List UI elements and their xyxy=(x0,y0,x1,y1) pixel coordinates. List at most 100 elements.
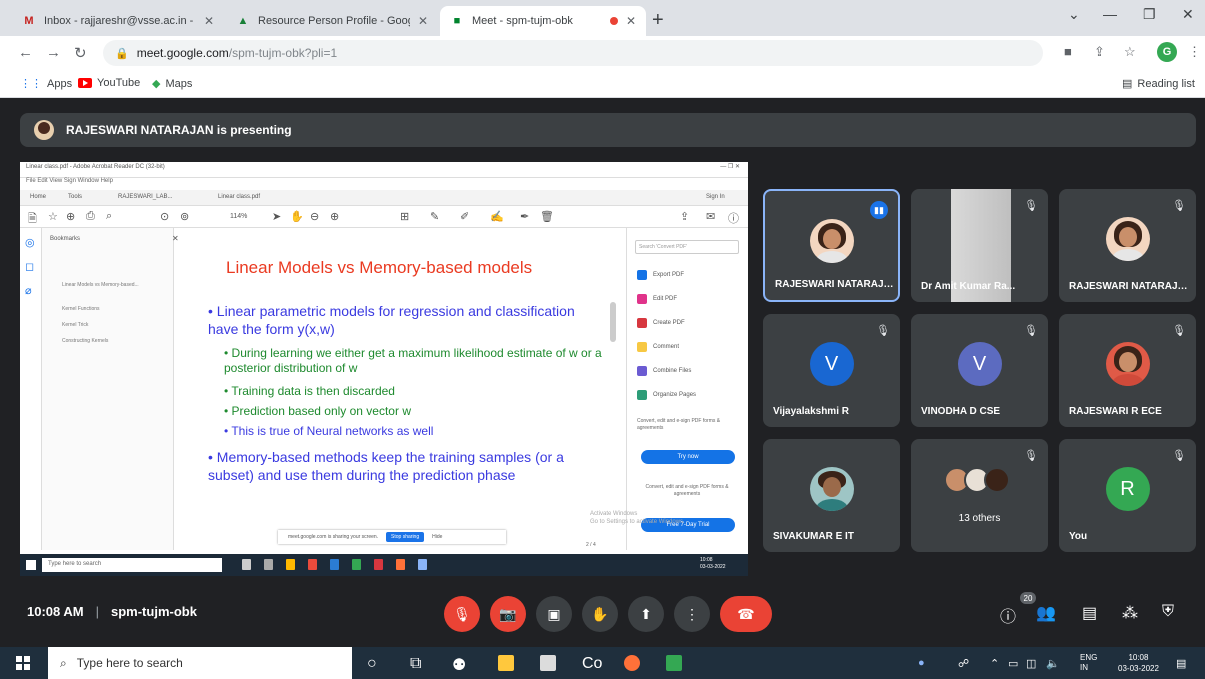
teams-icon[interactable]: ⚉ xyxy=(452,655,468,674)
firefox-icon[interactable] xyxy=(624,655,640,671)
participant-tile[interactable]: V 🎙 Vijayalakshmi R xyxy=(763,314,900,427)
window-controls: — ❐ ✕ xyxy=(720,164,740,170)
comment-tool-icon xyxy=(637,342,647,352)
participant-tile[interactable]: V 🎙 VINODHA D CSE xyxy=(911,314,1048,427)
tool-organize-pages: Organize Pages xyxy=(637,390,696,400)
profile-avatar[interactable]: G xyxy=(1157,42,1177,62)
share-icon[interactable]: ⇪ xyxy=(1094,44,1105,60)
participant-tile[interactable]: R 🎙 You xyxy=(1059,439,1196,552)
next-page-icon: ⊚ xyxy=(180,211,190,223)
close-tab-icon[interactable]: ✕ xyxy=(204,14,214,28)
pages-icon: ◎ xyxy=(25,237,35,249)
volume-icon[interactable]: 🔈 xyxy=(1046,657,1060,670)
address-bar[interactable]: 🔒 meet.google.com /spm-tujm-obk?pli=1 xyxy=(103,40,1043,66)
language-indicator[interactable]: ENG IN xyxy=(1080,653,1097,673)
mic-off-icon: 🎙 xyxy=(453,605,471,622)
more-options-button[interactable]: ⋮ xyxy=(674,596,710,632)
mic-toggle-button[interactable]: 🎙 xyxy=(444,596,480,632)
acrobat-tab-file1: RAJESWARI_LAB... xyxy=(118,194,173,200)
notifications-icon[interactable]: ▤ xyxy=(1176,657,1186,670)
tab-drive[interactable]: ▲ Resource Person Profile - Googl ✕ xyxy=(226,6,438,36)
user-tray-icon[interactable]: ☍ xyxy=(958,657,969,670)
participant-tile[interactable]: SIVAKUMAR E IT xyxy=(763,439,900,552)
pdf-scrollbar xyxy=(610,302,616,342)
bookmark-youtube[interactable]: YouTube xyxy=(78,77,140,89)
new-tab-button[interactable]: + xyxy=(652,9,664,32)
end-call-button[interactable]: ☎ xyxy=(720,596,772,632)
camera-indicator-icon[interactable]: ■ xyxy=(1064,44,1072,59)
sharing-notice-bar: meet.google.com is sharing your screen. … xyxy=(278,530,506,544)
captions-button[interactable]: ▣ xyxy=(536,596,572,632)
participant-avatar: V xyxy=(957,342,1002,386)
file-explorer-icon[interactable] xyxy=(498,655,514,671)
back-icon[interactable]: ← xyxy=(18,44,33,61)
captions-icon: ▣ xyxy=(547,605,561,622)
minimize-button[interactable]: — xyxy=(1103,6,1117,22)
close-window-button[interactable]: ✕ xyxy=(1182,6,1194,23)
battery-icon[interactable]: ▭ xyxy=(1008,657,1018,670)
sign-icon: ✒ xyxy=(520,211,530,223)
hand-icon: ✋ xyxy=(290,211,304,223)
mic-muted-icon: 🎙 xyxy=(1024,450,1038,462)
help-tray-icon[interactable]: ● xyxy=(918,657,925,669)
bookmark-apps[interactable]: ⋮⋮ Apps xyxy=(20,77,72,91)
tab-strip: M Inbox - rajjareshr@vsse.ac.in - ✕ ▲ Re… xyxy=(0,0,1205,36)
star-icon: ☆ xyxy=(48,211,58,223)
participant-tile[interactable]: 🎙 Dr Amit Kumar Ra... xyxy=(911,189,1048,302)
save-icon: 🗎 xyxy=(28,213,37,225)
bookmark-maps[interactable]: ◆ Maps xyxy=(152,77,192,91)
webcam-app-icon[interactable]: Co xyxy=(582,655,602,672)
mic-muted-icon: 🎙 xyxy=(1172,450,1186,462)
close-tab-icon[interactable]: ✕ xyxy=(418,14,428,28)
people-icon[interactable]: 👥 xyxy=(1036,603,1056,623)
store-icon[interactable] xyxy=(540,655,556,671)
participant-tile[interactable]: 🎙 RAJESWARI R ECE xyxy=(1059,314,1196,427)
maximize-button[interactable]: ❐ xyxy=(1143,6,1156,23)
maps-icon: ◆ xyxy=(152,78,161,90)
bookmarks-panel: Bookmarks ✕ Linear Models vs Memory-base… xyxy=(42,228,179,550)
tab-gmail[interactable]: M Inbox - rajjareshr@vsse.ac.in - ✕ xyxy=(12,6,224,36)
network-icon[interactable]: ◫ xyxy=(1026,657,1036,670)
camera-toggle-button[interactable]: 📷 xyxy=(490,596,526,632)
reading-list-icon: ▤ xyxy=(1122,78,1133,90)
system-clock[interactable]: 10:08 03-03-2022 xyxy=(1118,652,1159,674)
slide-subbullet-3: • Prediction based only on vector w xyxy=(224,404,411,418)
bookmark-star-icon[interactable]: ☆ xyxy=(1124,44,1136,60)
edit-pdf-icon xyxy=(637,294,647,304)
raise-hand-button[interactable]: ✋ xyxy=(582,596,618,632)
cursor-icon: ➤ xyxy=(272,211,282,223)
participant-avatar: R xyxy=(1105,467,1150,511)
host-controls-icon[interactable]: ⛨ xyxy=(1162,603,1174,621)
cortana-icon[interactable]: ○ xyxy=(367,655,383,672)
task-view-icon[interactable]: ⧉ xyxy=(410,655,426,672)
chat-icon[interactable]: ▤ xyxy=(1082,603,1097,623)
raise-hand-icon: ✋ xyxy=(591,605,609,622)
windows-start-icon[interactable] xyxy=(16,656,30,670)
forward-icon[interactable]: → xyxy=(46,44,61,61)
inner-app-icon xyxy=(352,559,361,570)
kebab-menu-icon[interactable]: ⋮ xyxy=(1188,44,1201,60)
reload-icon[interactable]: ↻ xyxy=(74,44,87,62)
tray-overflow-icon[interactable]: ⌃ xyxy=(990,657,999,670)
inner-app-icon xyxy=(242,559,251,570)
tab-meet[interactable]: ■ Meet - spm-tujm-obk ✕ xyxy=(440,6,646,36)
presenting-banner: RAJESWARI NATARAJAN is presenting xyxy=(20,113,1196,147)
meeting-details-icon[interactable]: ⓘ xyxy=(1000,603,1016,627)
chrome-icon[interactable] xyxy=(666,655,682,671)
participant-avatar xyxy=(809,467,854,511)
close-tab-icon[interactable]: ✕ xyxy=(626,14,636,28)
inner-start-icon xyxy=(26,560,36,570)
bookmarks-icon: ◻ xyxy=(25,261,35,273)
acrobat-tab-tools: Tools xyxy=(68,194,83,200)
present-button[interactable]: ⬆ xyxy=(628,596,664,632)
activities-icon[interactable]: ⁂ xyxy=(1122,603,1138,623)
reading-list-button[interactable]: ▤ Reading list xyxy=(1122,77,1195,91)
participant-tile[interactable]: ▮▮ RAJESWARI NATARAJAN xyxy=(763,189,900,302)
taskbar-search[interactable]: ⌕ Type here to search xyxy=(48,647,352,679)
fit-page-icon: ⊞ xyxy=(400,211,410,223)
participant-tile[interactable]: 🎙 RAJESWARI NATARAJAN xyxy=(1059,189,1196,302)
shared-windows-taskbar: Type here to search 10:08 03-03-2022 xyxy=(20,554,748,576)
mic-muted-icon: 🎙 xyxy=(1172,325,1186,337)
tab-search-icon[interactable]: ⌄ xyxy=(1068,6,1080,23)
participant-tile[interactable]: 🎙 13 others xyxy=(911,439,1048,552)
